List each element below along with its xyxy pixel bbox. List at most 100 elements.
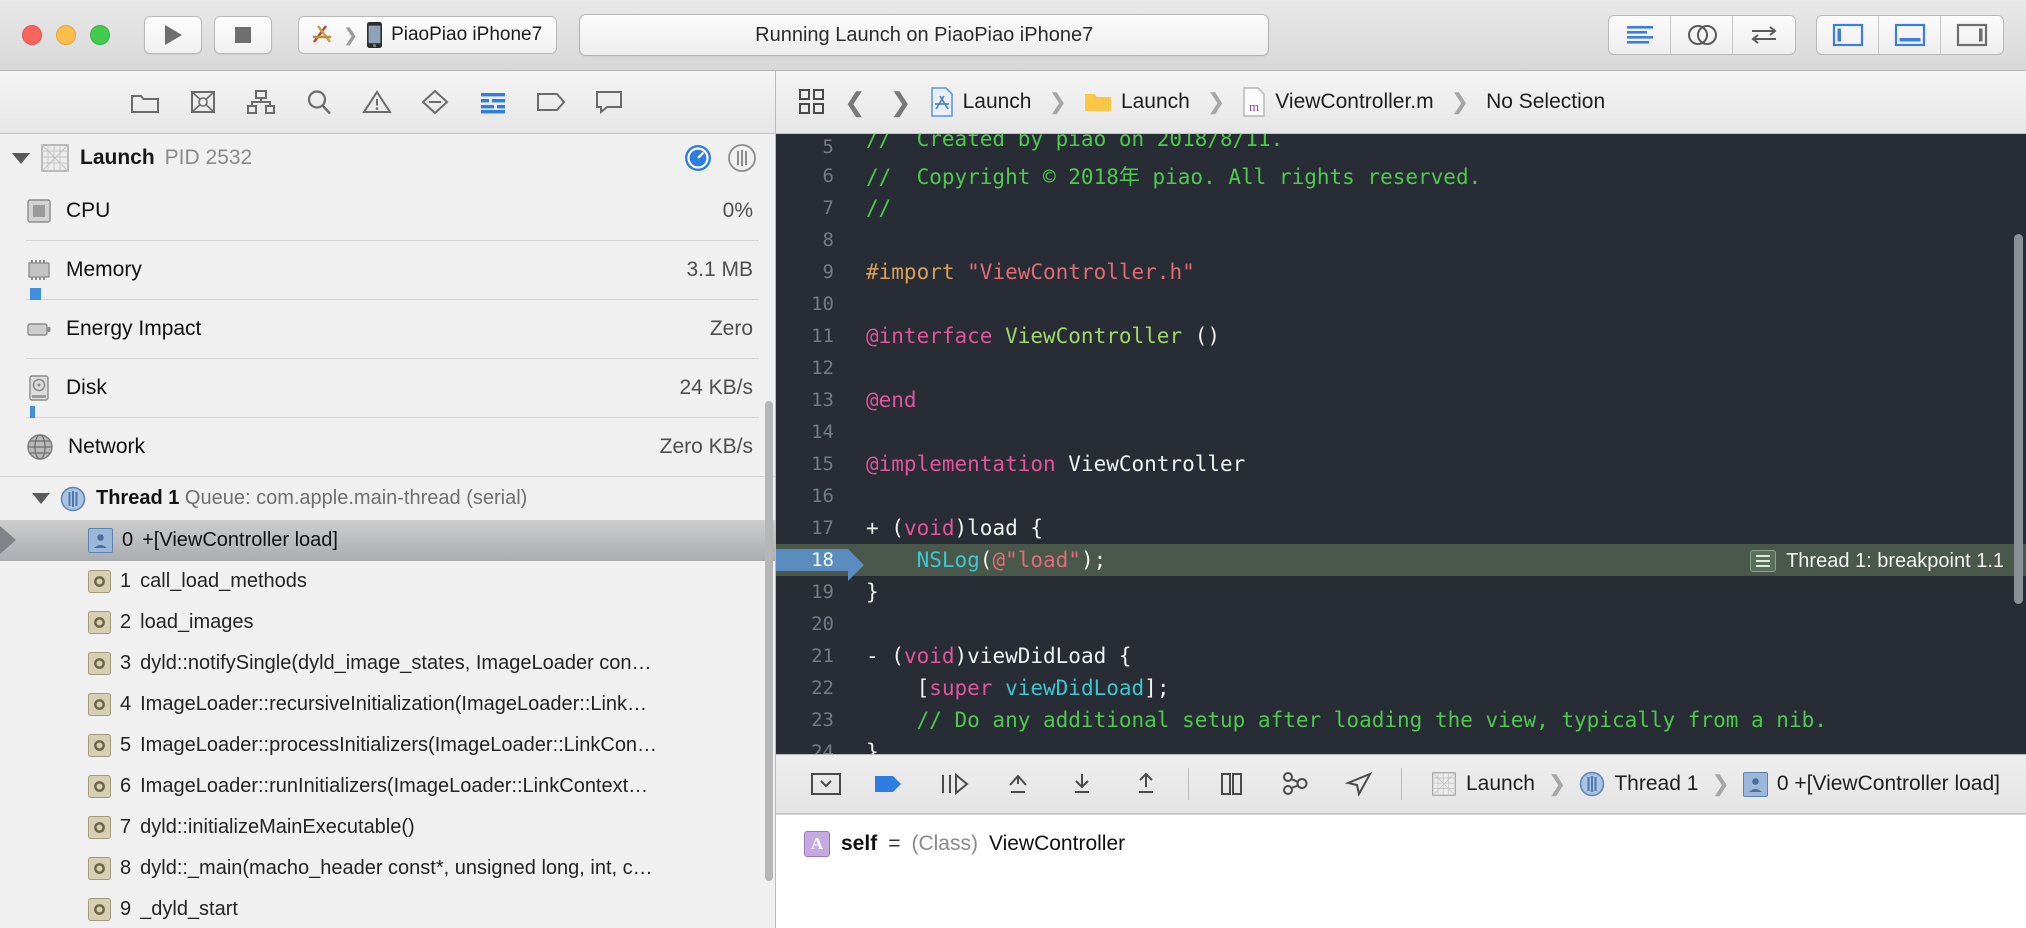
step-out-button[interactable] [1050, 762, 1114, 806]
editor-scrollbar[interactable] [2014, 234, 2023, 604]
standard-editor-button[interactable] [1609, 16, 1671, 54]
line-number: 13 [811, 389, 834, 411]
gauge-row-cpu[interactable]: CPU 0% [0, 182, 775, 240]
memory-graph-button[interactable] [1263, 762, 1327, 806]
disclosure-triangle-icon[interactable] [12, 152, 30, 164]
variable-type: (Class) [911, 832, 978, 855]
scheme-device-label: PiaoPiao iPhone7 [391, 24, 543, 45]
step-into-button[interactable] [986, 762, 1050, 806]
view-hierarchy-button[interactable] [1199, 762, 1263, 806]
version-editor-icon [1751, 26, 1777, 44]
token: #import [866, 260, 968, 284]
line-number: 5 [822, 136, 834, 158]
process-header-row[interactable]: Launch PID 2532 [0, 134, 775, 182]
variable-equals: = [888, 832, 901, 855]
stop-button[interactable] [214, 16, 272, 54]
sidebar-item-breakpoint-navigator[interactable] [522, 79, 580, 125]
step-over-button[interactable] [922, 762, 986, 806]
step-out-of-frame-button[interactable] [1114, 762, 1178, 806]
stack-frame-row[interactable]: 4 ImageLoader::recursiveInitialization(I… [0, 684, 775, 725]
forward-chevron-icon[interactable]: ❯ [884, 87, 918, 118]
minimize-window-button[interactable] [56, 25, 76, 45]
run-button[interactable] [144, 16, 202, 54]
breakpoint-annotation[interactable]: Thread 1: breakpoint 1.1 [1744, 548, 2016, 574]
issue-navigator-icon [362, 90, 392, 113]
scheme-selector[interactable]: ❯ PiaoPiao iPhone7 [298, 16, 558, 54]
source-code-editor[interactable]: 5 // Created by piao on 2018/8/11. 6 // … [776, 134, 2026, 754]
debug-navigator-icon [481, 93, 505, 114]
simulate-location-button[interactable] [1327, 762, 1391, 806]
standard-editor-icon [1626, 26, 1653, 44]
breadcrumb-item-selection[interactable]: No Selection [1486, 90, 1605, 114]
thread-icon[interactable] [727, 143, 757, 173]
gauge-row-energy-impact[interactable]: Energy Impact Zero [0, 300, 775, 358]
variables-view[interactable]: A self = (Class) ViewController [776, 814, 2026, 928]
debug-crumb-frame[interactable]: 0 +[ViewController load] [1742, 771, 2000, 797]
status-bar[interactable]: Running Launch on PiaoPiao iPhone7 [579, 14, 1270, 56]
assistant-editor-button[interactable] [1671, 16, 1733, 54]
stack-frame-name: dyld::_main(macho_header const*, unsigne… [140, 857, 653, 879]
simulate-location-icon [1344, 772, 1373, 797]
hide-debug-area-button[interactable] [794, 762, 858, 806]
sidebar-item-issue-navigator[interactable] [348, 79, 406, 125]
status-text: Running Launch on PiaoPiao iPhone7 [755, 23, 1094, 46]
sidebar-item-project-navigator[interactable] [116, 79, 174, 125]
token: - ( [866, 644, 904, 668]
breakpoint-list-icon [1750, 550, 1777, 572]
toggle-debug-area-button[interactable] [1879, 16, 1941, 54]
gauge-icon[interactable] [683, 143, 713, 173]
toggle-utilities-button[interactable] [1941, 16, 2003, 54]
stack-frame-row[interactable]: 6 ImageLoader::runInitializers(ImageLoad… [0, 766, 775, 807]
sidebar-item-test-navigator[interactable] [406, 79, 464, 125]
debug-crumb-process[interactable]: Launch [1431, 771, 1535, 797]
toggle-navigator-button[interactable] [1817, 16, 1879, 54]
stack-frame-row[interactable]: 0 +[ViewController load] [0, 520, 775, 561]
folder-icon [1084, 94, 1111, 111]
stack-frame-row[interactable]: 5 ImageLoader::processInitializers(Image… [0, 725, 775, 766]
line-number: 9 [822, 261, 834, 283]
stack-frame-row[interactable]: 3 dyld::notifySingle(dyld_image_states, … [0, 643, 775, 684]
line-content: } [866, 740, 879, 754]
navigator-content: Launch PID 2532 CPU 0% Memory 3.1 MB Ene… [0, 134, 775, 928]
utilities-toggle-icon [1956, 23, 1988, 47]
sidebar-item-find-navigator[interactable] [290, 79, 348, 125]
stack-frame-name: dyld::notifySingle(dyld_image_states, Im… [140, 652, 652, 674]
step-out-icon [1075, 774, 1089, 793]
thread-header-row[interactable]: Thread 1 Queue: com.apple.main-thread (s… [0, 476, 775, 520]
gauge-row-disk[interactable]: Disk 24 KB/s [0, 359, 775, 418]
stack-frame-row[interactable]: 8 dyld::_main(macho_header const*, unsig… [0, 848, 775, 889]
version-editor-button[interactable] [1733, 16, 1795, 54]
navigator-scrollbar[interactable] [765, 401, 773, 881]
breadcrumb-item-folder[interactable]: Launch [1084, 90, 1190, 114]
sidebar-item-debug-navigator[interactable] [464, 79, 522, 125]
continue-button[interactable] [858, 762, 922, 806]
stack-frame-row[interactable]: 2 load_images [0, 602, 775, 643]
breadcrumb-item-project[interactable]: Launch [930, 87, 1032, 117]
code-line: 22 [super viewDidLoad]; [776, 672, 2026, 704]
gauge-value: 24 KB/s [679, 376, 753, 399]
variable-row[interactable]: A self = (Class) ViewController [804, 831, 2026, 857]
close-window-button[interactable] [22, 25, 42, 45]
breadcrumb-item-file[interactable]: m ViewController.m [1242, 87, 1434, 117]
stack-frame-row[interactable]: 7 dyld::initializeMainExecutable() [0, 807, 775, 848]
line-number: 14 [811, 421, 834, 443]
line-number: 19 [811, 581, 834, 603]
breadcrumb-label: Launch [962, 90, 1032, 113]
sidebar-item-symbol-navigator[interactable] [232, 79, 290, 125]
memory-usage-bar [30, 288, 41, 300]
stack-frame-row[interactable]: 1 call_load_methods [0, 561, 775, 602]
sidebar-item-source-control-navigator[interactable] [174, 79, 232, 125]
gauge-label: Energy Impact [66, 317, 202, 340]
maximize-window-button[interactable] [90, 25, 110, 45]
disk-icon [29, 375, 49, 401]
back-chevron-icon[interactable]: ❮ [838, 87, 872, 118]
debug-crumb-thread[interactable]: Thread 1 [1579, 771, 1698, 797]
gauge-row-memory[interactable]: Memory 3.1 MB [0, 241, 775, 300]
token: ViewController [1068, 452, 1246, 476]
related-items-icon[interactable] [798, 88, 826, 116]
sidebar-item-report-navigator[interactable] [580, 79, 638, 125]
disclosure-triangle-icon[interactable] [32, 493, 50, 504]
stack-frame-name: load_images [140, 611, 254, 633]
gauge-row-network[interactable]: Network Zero KB/s [0, 418, 775, 476]
stack-frame-row[interactable]: 9 _dyld_start [0, 889, 775, 928]
